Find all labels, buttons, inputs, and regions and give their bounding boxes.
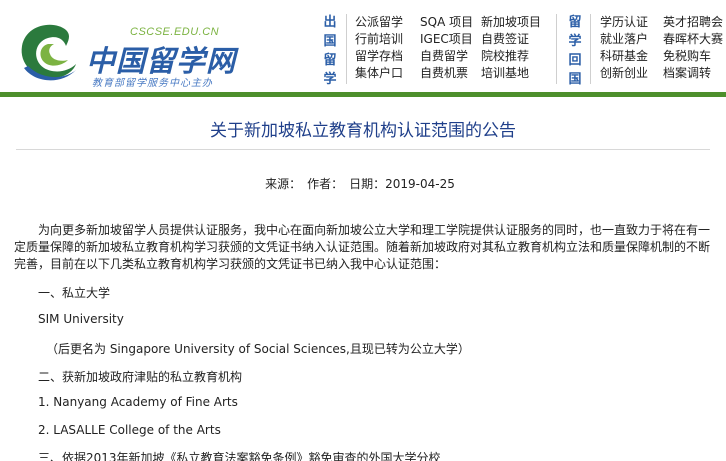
section-heading: 二、获新加坡政府津贴的私立教育机构 bbox=[38, 370, 243, 384]
nav-divider bbox=[556, 14, 557, 84]
meta-source: 来源： bbox=[265, 177, 302, 191]
article-body: 为向更多新加坡留学人员提供认证服务，我中心在面向新加坡公立大学和理工学院提供认证… bbox=[14, 222, 714, 461]
intro-paragraph: 为向更多新加坡留学人员提供认证服务，我中心在面向新加坡公立大学和理工学院提供认证… bbox=[14, 223, 711, 271]
body-line: （后更名为 Singapore University of Social Sci… bbox=[46, 342, 470, 356]
nav-link[interactable]: 学历认证 bbox=[600, 14, 648, 31]
article-meta: 来源： 作者： 日期：2019-04-25 bbox=[0, 175, 726, 192]
nav-link[interactable]: 留学存档 bbox=[355, 48, 403, 65]
section-title-return: 留学回国 bbox=[568, 15, 582, 87]
nav-link[interactable]: 自费签证 bbox=[481, 31, 541, 48]
nav-link[interactable]: 免税购车 bbox=[663, 48, 723, 65]
header-divider bbox=[0, 92, 726, 97]
nav-column: 新加坡项目 自费签证 院校推荐 培训基地 bbox=[481, 14, 541, 82]
nav-link[interactable]: 行前培训 bbox=[355, 31, 403, 48]
nav-link[interactable]: 公派留学 bbox=[355, 14, 403, 31]
nav-link[interactable]: 科研基金 bbox=[600, 48, 648, 65]
nav-link[interactable]: 档案调转 bbox=[663, 65, 723, 82]
logo-subtitle: 教育部留学服务中心主办 bbox=[92, 78, 213, 89]
nav-divider bbox=[590, 14, 591, 84]
nav-link[interactable]: 自费留学 bbox=[420, 48, 473, 65]
nav-column: 学历认证 就业落户 科研基金 创新创业 bbox=[600, 14, 648, 82]
nav-link[interactable]: 英才招聘会 bbox=[663, 14, 723, 31]
nav-link[interactable]: 就业落户 bbox=[600, 31, 648, 48]
article-title: 关于新加坡私立教育机构认证范围的公告 bbox=[210, 121, 516, 141]
nav-link[interactable]: 院校推荐 bbox=[481, 48, 541, 65]
meta-author: 作者： bbox=[307, 177, 344, 191]
body-line: 2. LASALLE College of the Arts bbox=[38, 423, 221, 437]
nav-divider bbox=[346, 14, 347, 84]
nav-link[interactable]: 春晖杯大赛 bbox=[663, 31, 723, 48]
nav-column: SQA 项目 IGEC项目 自费留学 自费机票 bbox=[420, 14, 473, 82]
logo-swirl-icon bbox=[21, 24, 76, 81]
logo-url: CSCSE.EDU.CN bbox=[130, 26, 220, 38]
nav-link[interactable]: 集体户口 bbox=[355, 65, 403, 82]
section-heading: 一、私立大学 bbox=[38, 286, 111, 300]
nav-link[interactable]: 培训基地 bbox=[481, 65, 541, 82]
body-line: 1. Nanyang Academy of Fine Arts bbox=[38, 395, 238, 409]
section-heading: 三、依据2013年新加坡《私立教育法案豁免条例》豁免审查的外国大学分校 bbox=[38, 451, 441, 461]
nav-link[interactable]: 自费机票 bbox=[420, 65, 473, 82]
site-logo[interactable]: CSCSE.EDU.CN 中国留学网 教育部留学服务中心主办 bbox=[12, 14, 302, 89]
title-divider bbox=[16, 149, 710, 150]
nav-link[interactable]: 创新创业 bbox=[600, 65, 648, 82]
nav-link[interactable]: 新加坡项目 bbox=[481, 14, 541, 31]
body-line: SIM University bbox=[38, 312, 124, 326]
meta-date: 日期：2019-04-25 bbox=[349, 177, 455, 191]
nav-column: 英才招聘会 春晖杯大赛 免税购车 档案调转 bbox=[663, 14, 723, 82]
nav-link[interactable]: IGEC项目 bbox=[420, 31, 473, 48]
nav-link[interactable]: SQA 项目 bbox=[420, 14, 473, 31]
site-header: CSCSE.EDU.CN 中国留学网 教育部留学服务中心主办 出国留学 公派留学… bbox=[0, 0, 726, 92]
section-title-study-abroad: 出国留学 bbox=[323, 15, 337, 87]
nav-column: 公派留学 行前培训 留学存档 集体户口 bbox=[355, 14, 403, 82]
